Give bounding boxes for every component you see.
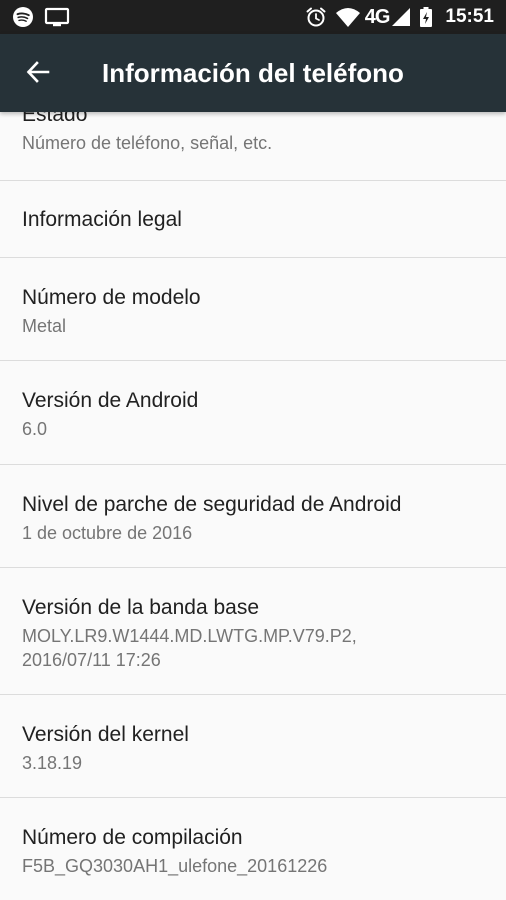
list-item-subtitle: F5B_GQ3030AH1_ulefone_20161226 [22, 856, 328, 876]
app-toolbar: Información del teléfono [0, 34, 506, 112]
list-item-version-de-android[interactable]: Versión de Android 6.0 [0, 361, 506, 465]
status-bar-right: 4G 15:51 [305, 5, 494, 29]
list-item-numero-de-modelo[interactable]: Número de modelo Metal [0, 258, 506, 361]
spotify-icon [12, 6, 34, 28]
settings-list: Estado Número de teléfono, señal, etc. I… [0, 112, 506, 900]
list-item-subtitle: Metal [22, 316, 67, 336]
page-title: Información del teléfono [102, 58, 404, 88]
list-item-subtitle: MOLY.LR9.W1444.MD.LWTG.MP.V79.P2, [22, 626, 357, 646]
cast-screen-icon [44, 6, 70, 28]
list-item-title: Versión del kernel [22, 723, 189, 746]
list-item-title: Número de modelo [22, 286, 201, 309]
battery-charging-icon [419, 6, 433, 28]
wifi-icon [335, 6, 361, 28]
list-item-title: Versión de Android [22, 389, 199, 412]
list-item-title: Estado [22, 112, 88, 126]
alarm-clock-icon [305, 6, 327, 28]
status-bar: 4G 15:51 [0, 0, 506, 34]
list-item-title: Nivel de parche de seguridad de Android [22, 493, 402, 516]
list-item-informacion-legal[interactable]: Información legal [0, 181, 506, 258]
settings-list-viewport[interactable]: Estado Número de teléfono, señal, etc. I… [0, 112, 506, 900]
network-type-label: 4G [364, 5, 391, 28]
list-item-numero-de-compilacion[interactable]: Número de compilación F5B_GQ3030AH1_ulef… [0, 798, 506, 900]
cell-signal-icon [391, 6, 411, 28]
list-item-subtitle: Número de teléfono, señal, etc. [22, 133, 273, 153]
list-item-subtitle: 6.0 [22, 419, 48, 439]
list-item-subtitle-line-2: 2016/07/11 17:26 [22, 650, 161, 670]
arrow-back-icon [25, 59, 51, 85]
list-item-subtitle: 1 de octubre de 2016 [22, 523, 193, 543]
list-item-title: Número de compilación [22, 826, 243, 849]
list-item-estado[interactable]: Estado Número de teléfono, señal, etc. [0, 112, 506, 181]
list-item-version-del-kernel[interactable]: Versión del kernel 3.18.19 [0, 695, 506, 798]
back-button[interactable] [14, 48, 62, 96]
status-bar-left [12, 5, 70, 29]
list-item-nivel-de-parche[interactable]: Nivel de parche de seguridad de Android … [0, 465, 506, 568]
status-bar-time: 15:51 [445, 6, 494, 27]
list-item-subtitle: 3.18.19 [22, 753, 83, 773]
list-item-title: Información legal [22, 208, 182, 231]
list-item-title: Versión de la banda base [22, 596, 260, 619]
list-item-version-banda-base[interactable]: Versión de la banda base MOLY.LR9.W1444.… [0, 568, 506, 695]
